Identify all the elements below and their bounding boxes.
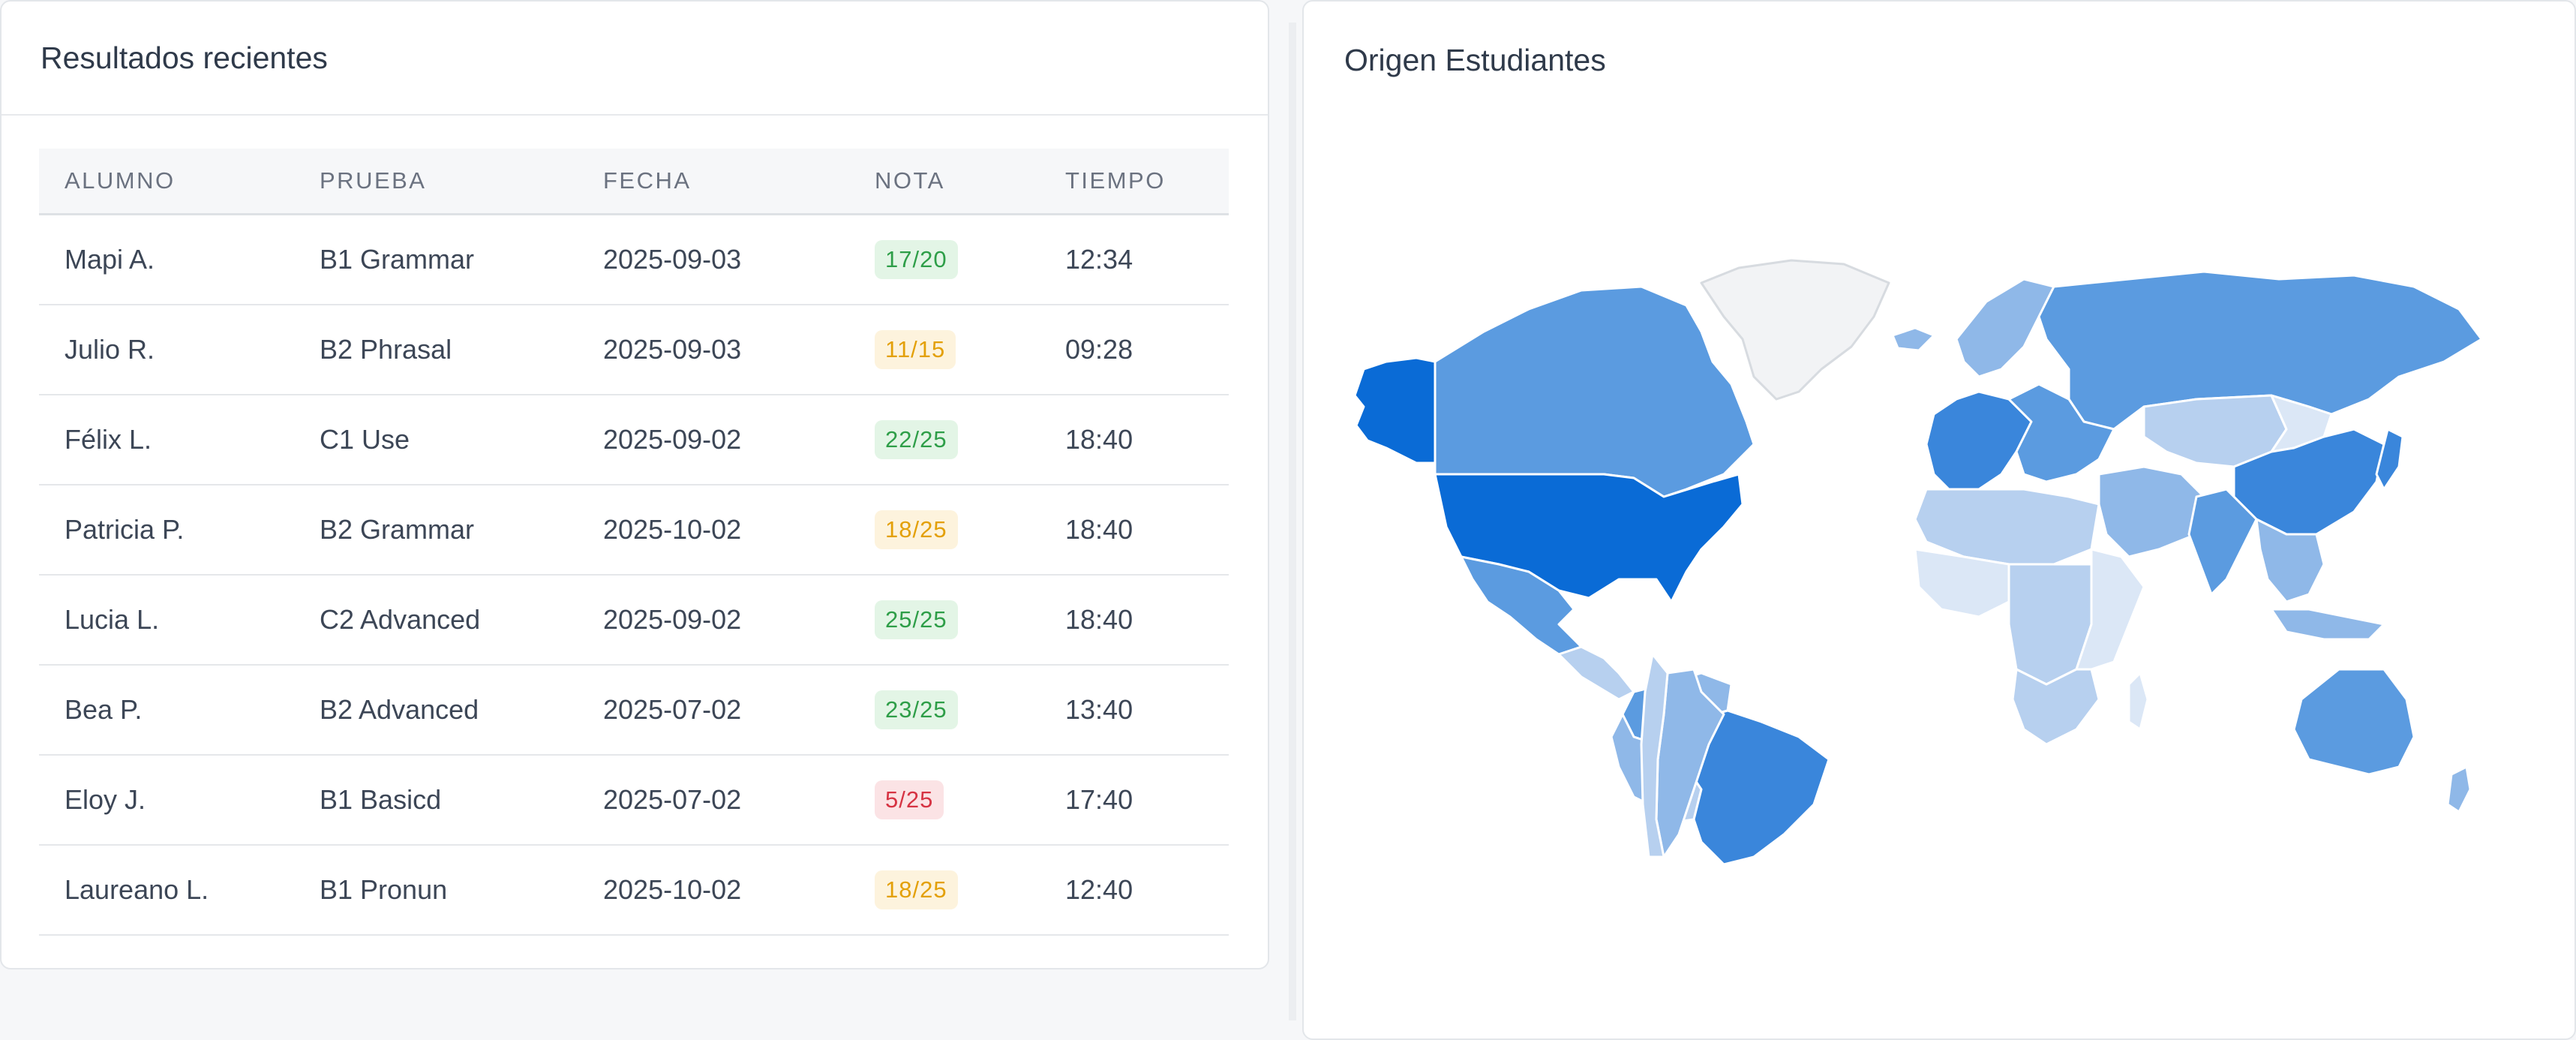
time-cell: 18:40 [1065, 575, 1229, 666]
grade-badge: 17/20 [875, 240, 958, 279]
test-name-cell: C1 Use [320, 395, 603, 485]
student-name-cell: Félix L. [39, 395, 320, 485]
date-cell: 2025-09-02 [603, 575, 875, 666]
grade-badge: 18/25 [875, 870, 958, 909]
date-cell: 2025-07-02 [603, 755, 875, 846]
results-table-body: Mapi A. B1 Grammar 2025-09-03 17/20 12:34 Jul… [39, 214, 1229, 936]
time-cell: 09:28 [1065, 305, 1229, 395]
time-cell: 13:40 [1065, 665, 1229, 756]
test-name-cell: B2 Advanced [320, 665, 603, 756]
map-region-new-zealand[interactable] [2446, 765, 2472, 813]
student-name-cell: Mapi A. [39, 214, 320, 305]
grade-cell: 22/25 [875, 395, 1065, 485]
student-name-cell: Bea P. [39, 665, 320, 756]
column-header-nota[interactable]: NOTA [875, 149, 1065, 215]
table-row[interactable]: Mapi A. B1 Grammar 2025-09-03 17/20 12:34 [39, 214, 1229, 305]
grade-cell: 18/25 [875, 485, 1065, 576]
map-region-canada[interactable] [1434, 285, 1755, 498]
table-row[interactable]: Patricia P. B2 Grammar 2025-10-02 18/25 18:4… [39, 485, 1229, 576]
grade-cell: 18/25 [875, 845, 1065, 936]
grade-badge: 5/25 [875, 780, 944, 819]
map-region-central-america[interactable] [1557, 645, 1635, 701]
results-table: ALUMNO PRUEBA FECHA NOTA TIEMPO Mapi A. B… [39, 149, 1229, 936]
table-row[interactable]: Eloy J. B1 Basicd 2025-07-02 5/25 17:40 [39, 755, 1229, 846]
test-name-cell: B2 Phrasal [320, 305, 603, 395]
time-cell: 17:40 [1065, 755, 1229, 846]
student-name-cell: Patricia P. [39, 485, 320, 576]
map-region-madagascar[interactable] [2127, 672, 2149, 731]
grade-cell: 5/25 [875, 755, 1065, 846]
time-cell: 12:40 [1065, 845, 1229, 936]
column-header-prueba[interactable]: PRUEBA [320, 149, 603, 215]
student-name-cell: Julio R. [39, 305, 320, 395]
table-header-row: ALUMNO PRUEBA FECHA NOTA TIEMPO [39, 149, 1229, 215]
date-cell: 2025-07-02 [603, 665, 875, 756]
grade-badge: 11/15 [875, 330, 956, 369]
grade-cell: 17/20 [875, 214, 1065, 305]
map-region-iceland[interactable] [1891, 326, 1935, 352]
map-region-indonesia[interactable] [2270, 608, 2385, 641]
test-name-cell: B1 Pronun [320, 845, 603, 936]
column-header-fecha[interactable]: FECHA [603, 149, 875, 215]
student-origin-card: Origen Estudiantes [1302, 0, 2576, 1040]
grade-badge: 22/25 [875, 420, 958, 459]
map-region-greenland[interactable] [1700, 259, 1890, 401]
student-name-cell: Laureano L. [39, 845, 320, 936]
column-header-alumno[interactable]: ALUMNO [39, 149, 320, 215]
table-row[interactable]: Julio R. B2 Phrasal 2025-09-03 11/15 09:28 [39, 305, 1229, 395]
test-name-cell: B1 Grammar [320, 214, 603, 305]
panel-divider [1289, 23, 1296, 1020]
grade-cell: 11/15 [875, 305, 1065, 395]
student-name-cell: Lucia L. [39, 575, 320, 666]
column-header-tiempo[interactable]: TIEMPO [1065, 149, 1229, 215]
map-region-australia[interactable] [2292, 668, 2415, 776]
grade-badge: 18/25 [875, 510, 958, 549]
date-cell: 2025-09-03 [603, 214, 875, 305]
grade-badge: 23/25 [875, 690, 958, 729]
grade-badge: 25/25 [875, 600, 958, 639]
world-map[interactable] [1334, 249, 2549, 864]
time-cell: 18:40 [1065, 485, 1229, 576]
table-row[interactable]: Lucia L. C2 Advanced 2025-09-02 25/25 18:40 [39, 575, 1229, 666]
time-cell: 12:34 [1065, 214, 1229, 305]
map-region-scandinavia[interactable] [1955, 278, 2055, 378]
map-region-middle-east[interactable] [2097, 465, 2205, 558]
student-name-cell: Eloy J. [39, 755, 320, 846]
table-row[interactable]: Laureano L. B1 Pronun 2025-10-02 18/25 12:40 [39, 845, 1229, 936]
time-cell: 18:40 [1065, 395, 1229, 485]
test-name-cell: C2 Advanced [320, 575, 603, 666]
test-name-cell: B1 Basicd [320, 755, 603, 846]
map-region-japan[interactable] [2375, 428, 2404, 491]
recent-results-title: Resultados recientes [2, 2, 1268, 116]
test-name-cell: B2 Grammar [320, 485, 603, 576]
date-cell: 2025-09-02 [603, 395, 875, 485]
date-cell: 2025-10-02 [603, 845, 875, 936]
date-cell: 2025-09-03 [603, 305, 875, 395]
table-row[interactable]: Félix L. C1 Use 2025-09-02 22/25 18:40 [39, 395, 1229, 485]
grade-cell: 25/25 [875, 575, 1065, 666]
student-origin-title: Origen Estudiantes [1344, 42, 1606, 77]
map-region-alaska-us[interactable] [1353, 356, 1437, 464]
map-region-southern-africa[interactable] [2011, 668, 2100, 746]
grade-cell: 23/25 [875, 665, 1065, 756]
table-row[interactable]: Bea P. B2 Advanced 2025-07-02 23/25 13:40 [39, 665, 1229, 756]
recent-results-card: Resultados recientes ALUMNO PRUEBA FECHA… [0, 0, 1269, 969]
date-cell: 2025-10-02 [603, 485, 875, 576]
